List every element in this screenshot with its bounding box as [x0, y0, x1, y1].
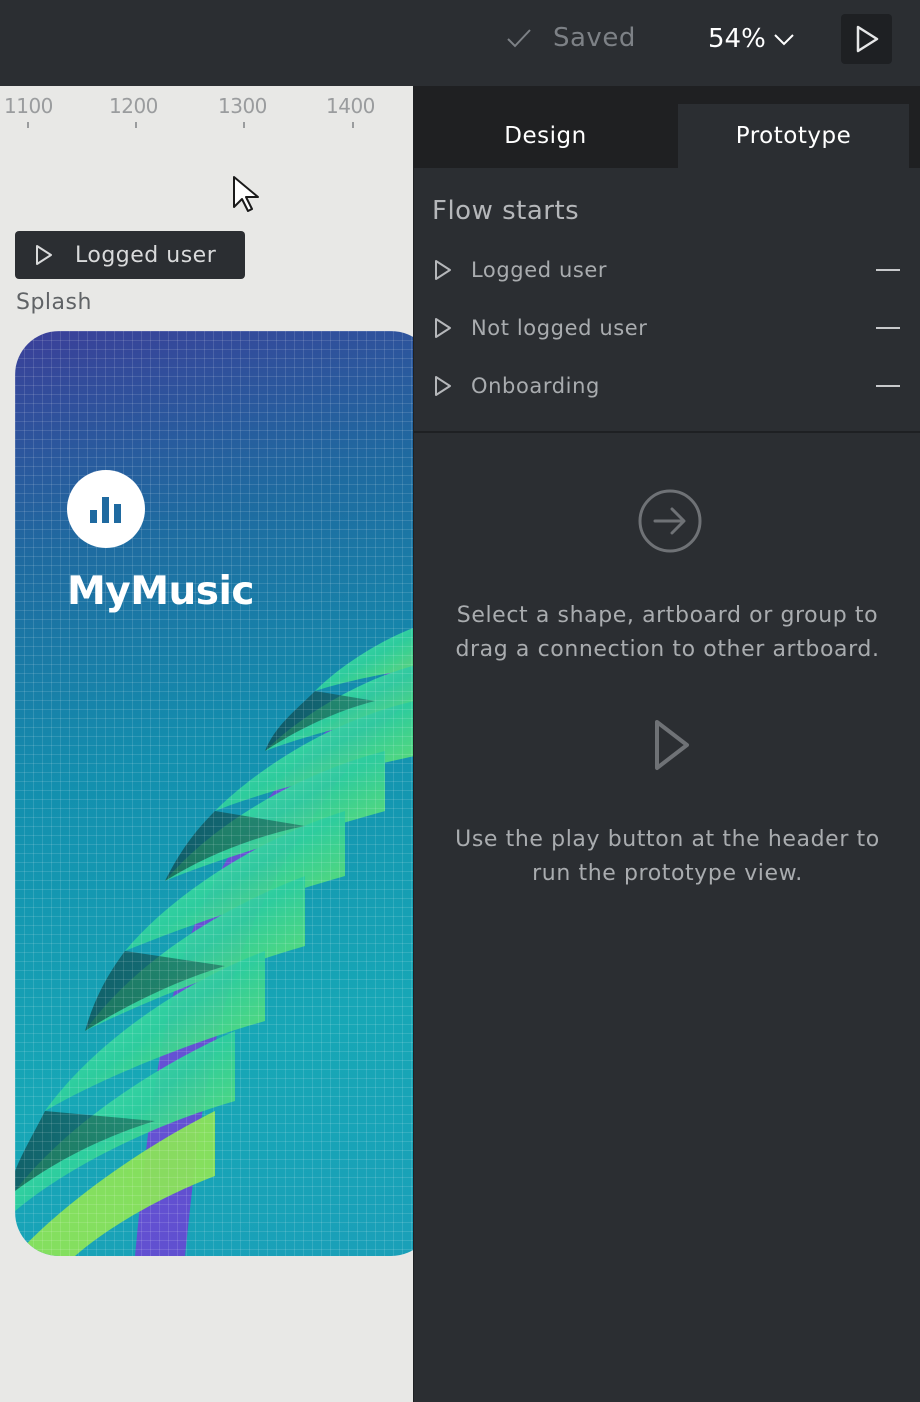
remove-flow-button[interactable] — [876, 327, 900, 329]
brand-name: MyMusic — [67, 569, 255, 614]
arrow-right-circle-icon — [638, 489, 702, 553]
splash-artboard[interactable]: MyMusic — [15, 331, 413, 1256]
flow-chip-label: Logged user — [75, 242, 217, 268]
bar-chart-icon — [90, 497, 121, 523]
app-logo — [67, 470, 145, 548]
connection-help-text-content: Select a shape, artboard or group to dra… — [455, 603, 880, 662]
cursor-icon — [233, 176, 259, 212]
ruler-label: 1100 — [4, 94, 53, 118]
flow-item-label: Not logged user — [471, 316, 648, 340]
ruler-tick — [27, 122, 29, 128]
play-prototype-button[interactable] — [841, 14, 892, 64]
inspector-panel: Design Prototype Flow starts Logged user… — [413, 86, 920, 1402]
saved-status: Saved — [505, 18, 636, 58]
play-icon — [435, 376, 451, 396]
design-canvas[interactable]: 1100 1200 1300 1400 Logged user Splash M… — [0, 86, 413, 1402]
play-help-text: Use the play button at the header to run… — [414, 823, 920, 891]
ruler-label: 1300 — [218, 94, 267, 118]
play-icon — [435, 260, 451, 280]
artboard-name[interactable]: Splash — [16, 290, 92, 315]
chevron-down-icon — [774, 34, 794, 46]
ruler-tick — [135, 122, 137, 128]
layout-grid — [15, 331, 413, 1256]
flow-starts-title: Flow starts — [432, 196, 580, 226]
zoom-dropdown[interactable]: 54% — [708, 18, 796, 60]
top-header: Saved 54% — [0, 0, 920, 86]
check-icon — [507, 29, 531, 48]
panel-tabs: Design Prototype — [414, 86, 920, 168]
play-icon — [655, 720, 689, 770]
ruler-label: 1200 — [109, 94, 158, 118]
play-icon — [856, 25, 878, 53]
flow-start-chip[interactable]: Logged user — [15, 231, 245, 279]
ruler-tick — [243, 122, 245, 128]
flow-item-label: Onboarding — [471, 374, 600, 398]
flow-item-not-logged-user[interactable]: Not logged user — [414, 308, 920, 348]
play-icon — [36, 245, 52, 265]
ruler-label: 1400 — [326, 94, 375, 118]
flow-item-label: Logged user — [471, 258, 608, 282]
flow-item-logged-user[interactable]: Logged user — [414, 250, 920, 290]
section-divider — [414, 431, 920, 433]
tab-design[interactable]: Design — [414, 104, 677, 168]
remove-flow-button[interactable] — [876, 385, 900, 387]
tab-prototype[interactable]: Prototype — [678, 104, 909, 168]
saved-label: Saved — [553, 23, 636, 53]
zoom-label: 54% — [708, 24, 766, 54]
play-icon — [435, 318, 451, 338]
remove-flow-button[interactable] — [876, 269, 900, 271]
connection-help-text: Select a shape, artboard or group to dra… — [414, 599, 920, 667]
flow-item-onboarding[interactable]: Onboarding — [414, 366, 920, 406]
play-help-text-content: Use the play button at the header to run… — [455, 827, 880, 886]
ruler-tick — [352, 122, 354, 128]
